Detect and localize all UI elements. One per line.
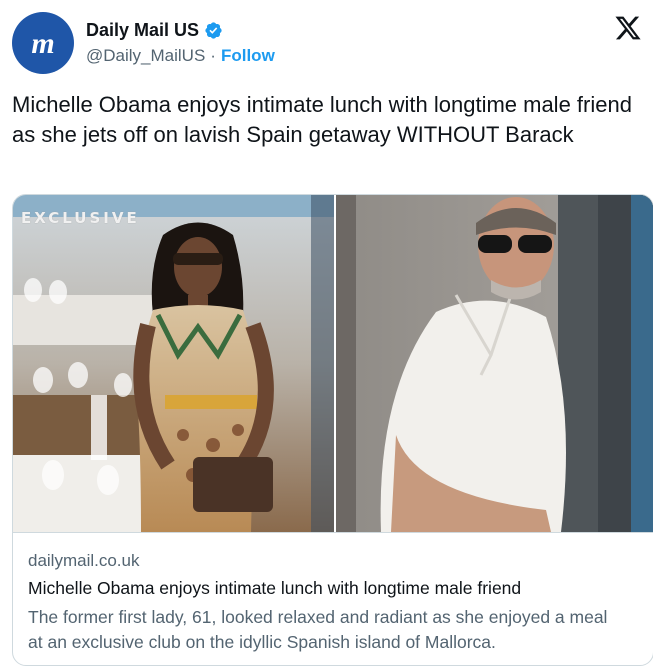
svg-text:m: m: [31, 27, 54, 60]
daily-mail-logo-icon: m: [31, 27, 54, 60]
card-domain: dailymail.co.uk: [28, 551, 140, 570]
follow-button[interactable]: Follow: [221, 46, 275, 66]
separator-dot: ·: [210, 46, 216, 65]
x-logo-icon[interactable]: [614, 14, 642, 42]
avatar[interactable]: m: [12, 12, 74, 74]
tweet-text: Michelle Obama enjoys intimate lunch wit…: [12, 92, 632, 147]
account-info: Daily Mail US @Daily_MailUS · Follow: [86, 20, 275, 66]
tweet-header: m Daily Mail US @Daily_MailUS · Follow: [12, 12, 642, 76]
card-description: The former first lady, 61, looked relaxe…: [28, 607, 608, 652]
card-title: Michelle Obama enjoys intimate lunch wit…: [28, 578, 522, 598]
photo-michelle-obama: EXCLUSIVE: [13, 195, 334, 532]
exclusive-watermark: EXCLUSIVE: [21, 209, 140, 227]
account-handle[interactable]: @Daily_MailUS: [86, 46, 205, 66]
verified-badge-icon: [205, 22, 222, 39]
card-meta[interactable]: dailymail.co.uk Michelle Obama enjoys in…: [13, 532, 653, 665]
link-card[interactable]: EXCLUSIVE dailymail.co.uk Michelle Obama…: [12, 194, 653, 666]
photo-male-friend: [336, 195, 653, 532]
account-name[interactable]: Daily Mail US: [86, 20, 199, 41]
card-image[interactable]: EXCLUSIVE: [13, 195, 653, 532]
